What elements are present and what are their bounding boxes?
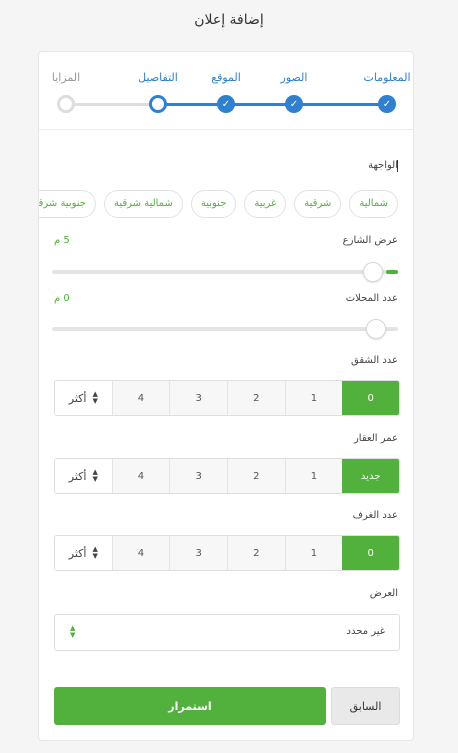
rooms-count-selector: 0 1 2 3 4 أكثر ▲ ▼ — [54, 535, 400, 571]
up-down-arrows-icon: ▲ ▼ — [70, 624, 76, 639]
street-width-slider[interactable] — [52, 262, 398, 282]
width-select-value: غير محدد — [346, 626, 385, 637]
segment-option[interactable]: 4 — [111, 459, 170, 493]
facade-options: شماليةشرقيةغربيةجنوبيةشمالية شرقيةجنوبية… — [39, 190, 398, 220]
segment-option[interactable]: 3 — [169, 381, 227, 415]
segment-option[interactable]: 2 — [226, 381, 285, 415]
shops-count-value: 0 م — [54, 293, 70, 304]
step-label: الصور — [280, 71, 308, 84]
step-label: الموقع — [211, 71, 241, 84]
property-age-label: عمر العقار — [353, 433, 398, 444]
more-label: أكثر — [68, 391, 87, 405]
segment-option[interactable]: 0 — [342, 536, 399, 570]
rooms-count-label: عدد الغرف — [352, 510, 398, 521]
step-label: المعلومات — [363, 71, 411, 84]
up-down-arrows-icon: ▲ ▼ — [92, 468, 98, 483]
step-check-icon[interactable]: ✓ — [285, 95, 303, 113]
segment-option[interactable]: 4 — [111, 381, 170, 415]
property-age-selector: جديد 1 2 3 4 أكثر ▲ ▼ — [54, 458, 400, 494]
slider-track — [52, 270, 398, 274]
up-down-arrows-icon: ▲ ▼ — [92, 545, 98, 560]
step-label: التفاصيل — [138, 71, 178, 84]
facade-option-chip[interactable]: غربية — [244, 190, 287, 218]
apartments-count-label: عدد الشقق — [351, 355, 398, 366]
step-circle-icon[interactable] — [149, 95, 167, 113]
step-circle-icon[interactable] — [57, 95, 75, 113]
page-title: إضافة إعلان — [194, 12, 264, 28]
shops-count-slider[interactable] — [52, 319, 398, 339]
facade-option-chip[interactable]: شمالية — [349, 190, 398, 218]
stepper-line-remaining — [66, 103, 158, 106]
more-option[interactable]: أكثر ▲ ▼ — [55, 536, 112, 570]
segment-option[interactable]: 1 — [284, 381, 343, 415]
more-option[interactable]: أكثر ▲ ▼ — [55, 381, 112, 415]
facade-option-chip[interactable]: جنوبية شرقية — [39, 190, 96, 218]
step-check-icon[interactable]: ✓ — [378, 95, 396, 113]
segment-option[interactable]: 0 — [342, 381, 399, 415]
facade-option-chip[interactable]: جنوبية — [190, 190, 237, 218]
segment-option[interactable]: 1 — [284, 536, 343, 570]
text-cursor — [397, 160, 398, 172]
segment-option[interactable]: 1 — [284, 459, 343, 493]
facade-option-chip[interactable]: شمالية شرقية — [103, 190, 183, 218]
shops-count-label: عدد المحلات — [345, 293, 398, 304]
progress-stepper: المعلومات ✓ الصور ✓ الموقع ✓ التفاصيل المزايا — [39, 52, 413, 130]
step-check-icon[interactable]: ✓ — [217, 95, 235, 113]
street-width-label: عرض الشارع — [342, 235, 398, 246]
segment-option[interactable]: جديد — [342, 459, 399, 493]
segment-option[interactable]: 2 — [226, 536, 285, 570]
segment-option[interactable]: 4 — [111, 536, 170, 570]
more-label: أكثر — [68, 546, 87, 560]
segment-option[interactable]: 3 — [169, 536, 227, 570]
stepper-line-complete — [158, 103, 387, 106]
slider-thumb[interactable] — [366, 319, 386, 339]
up-down-arrows-icon: ▲ ▼ — [92, 390, 98, 405]
width-select-label: العرض — [369, 588, 398, 599]
slider-thumb[interactable] — [363, 262, 383, 282]
segment-option[interactable]: 3 — [169, 459, 227, 493]
add-listing-card: المعلومات ✓ الصور ✓ الموقع ✓ التفاصيل المزايا ا… — [38, 51, 414, 741]
apartments-count-selector: 0 1 2 3 4 أكثر ▲ ▼ — [54, 380, 400, 416]
street-width-value: 5 م — [54, 235, 70, 246]
slider-fill — [386, 270, 398, 274]
previous-button[interactable]: السابق — [331, 687, 400, 725]
step-label: المزايا — [51, 71, 81, 84]
more-label: أكثر — [68, 469, 87, 483]
continue-button[interactable]: استمرار — [54, 687, 326, 725]
width-select[interactable]: غير محدد ▲ ▼ — [54, 614, 400, 651]
facade-option-chip[interactable]: شرقية — [294, 190, 342, 218]
more-option[interactable]: أكثر ▲ ▼ — [55, 459, 112, 493]
segment-option[interactable]: 2 — [226, 459, 285, 493]
slider-track — [52, 327, 398, 331]
facade-label: الواجهة — [368, 160, 398, 171]
